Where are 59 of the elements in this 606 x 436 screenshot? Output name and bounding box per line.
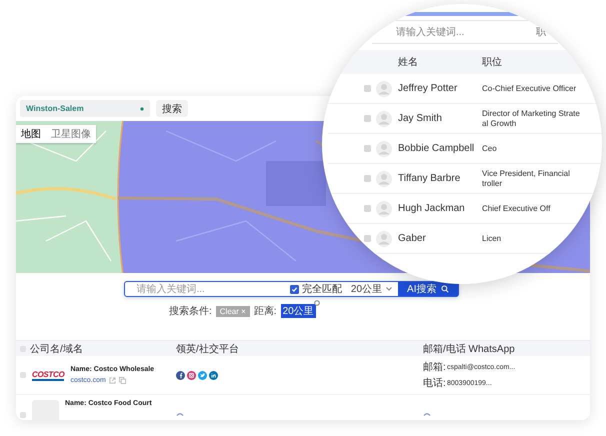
avatar-icon xyxy=(376,170,392,186)
column-header: 姓名 xyxy=(397,56,419,69)
map-type-tab[interactable]: 地图 xyxy=(16,125,46,143)
avatar-icon xyxy=(376,140,392,156)
exact-match-checkbox[interactable] xyxy=(290,284,299,294)
distance-label: 距离: xyxy=(254,304,277,318)
facebook-icon[interactable] xyxy=(176,370,185,380)
phone-label: 电话: xyxy=(423,376,447,390)
search-icon xyxy=(440,285,448,293)
twitter-icon[interactable] xyxy=(198,370,207,380)
person-name: Jeffrey Potter xyxy=(398,83,458,94)
job-title: Co-Chief Executive Officer xyxy=(482,84,576,94)
distance-tag: 20公里 xyxy=(280,304,316,318)
location-select[interactable]: Winston-Salem xyxy=(20,100,150,117)
search-button[interactable]: 搜索 xyxy=(156,100,188,117)
search-bar[interactable]: 请输入关键词... 完全匹配 20公里 AI搜索 xyxy=(124,281,458,297)
map-type-tab[interactable]: 卫星图像 xyxy=(46,125,96,143)
column-header: 领英/社交平台 xyxy=(176,344,239,354)
instagram-icon[interactable] xyxy=(187,370,196,380)
loading-spinner-icon xyxy=(176,412,184,416)
job-title: Ceo xyxy=(482,144,497,154)
remove-icon[interactable] xyxy=(314,300,320,306)
person-name: Gaber xyxy=(398,233,427,244)
avatar-icon xyxy=(376,110,392,126)
linkedin-icon[interactable] xyxy=(209,370,218,380)
distance-dropdown[interactable]: 20公里 xyxy=(350,282,392,296)
external-link-icon[interactable] xyxy=(108,377,116,384)
row-checkbox[interactable] xyxy=(20,372,26,378)
avatar-icon xyxy=(376,230,392,246)
copy-icon[interactable] xyxy=(118,377,126,384)
column-header: 职位 xyxy=(482,56,502,69)
avatar-icon xyxy=(376,80,392,96)
row-checkbox[interactable] xyxy=(364,205,371,212)
caret-icon xyxy=(140,106,144,110)
column-header: 公司名/域名 xyxy=(30,342,83,356)
job-title: Chief Executive Off xyxy=(482,204,550,214)
person-name: Tiffany Barbre xyxy=(398,173,462,184)
exact-match-label: 完全匹配 xyxy=(302,282,342,296)
row-checkbox[interactable] xyxy=(364,85,371,92)
row-checkbox[interactable] xyxy=(364,235,371,242)
company-logo: COSTCO xyxy=(32,370,64,380)
email-label: 邮箱: xyxy=(423,360,447,374)
row-checkbox[interactable] xyxy=(364,175,371,182)
job-title: Vice President, Financial troller xyxy=(482,168,570,188)
ai-search-button[interactable]: AI搜索 xyxy=(398,282,458,296)
chevron-down-icon xyxy=(386,287,392,291)
filter-label: 搜索条件: xyxy=(169,304,212,318)
person-name: Hugh Jackman xyxy=(398,203,466,214)
column-header: 邮箱/电话 WhatsApp xyxy=(423,344,515,354)
job-title: Licen xyxy=(482,234,502,244)
row-checkbox[interactable] xyxy=(364,115,371,122)
person-name: Jay Smith xyxy=(398,113,443,124)
loading-spinner-icon xyxy=(423,412,431,416)
row-checkbox[interactable] xyxy=(364,145,371,152)
job-title: Director of Marketing Strate al Growth xyxy=(482,108,580,128)
person-name: Bobbie Campbell xyxy=(398,143,476,154)
keyword-search-field[interactable]: 请输入关键词... xyxy=(134,282,268,296)
avatar-icon xyxy=(376,200,392,216)
row-checkbox[interactable] xyxy=(20,412,26,418)
